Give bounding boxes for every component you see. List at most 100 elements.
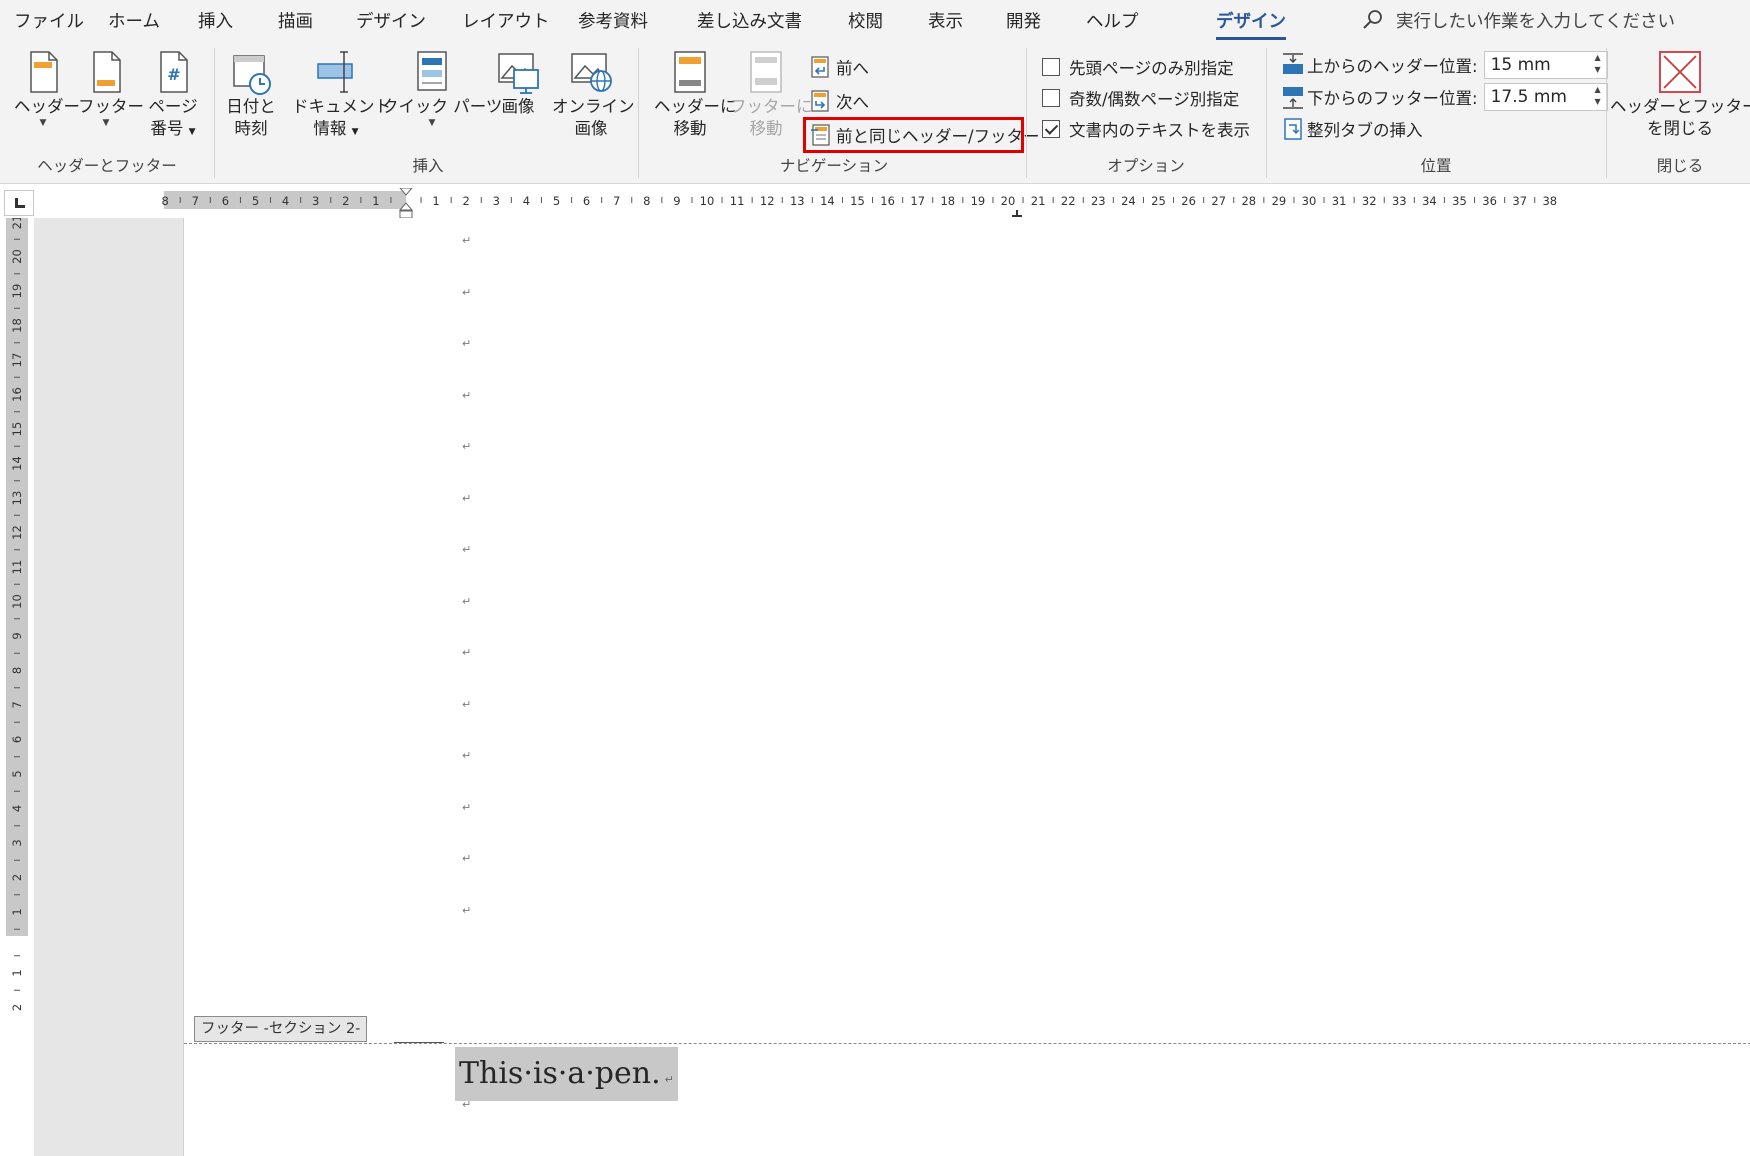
ruler-number: 2 [463,194,470,208]
footer-position-row: 下からのフッター位置: 17.5 mm ▲ ▼ [1282,82,1608,112]
tab-mailings[interactable]: 差し込み文書 [697,8,802,33]
chevron-down-icon: ▼ [428,118,436,128]
footer-button-label: フッター [78,97,144,116]
different-odd-even-option[interactable]: 奇数/偶数ページ別指定 [1042,84,1239,112]
paragraph-mark: ↵ [462,388,472,402]
ruler-number: 12 [10,525,24,540]
show-document-text-checkbox[interactable] [1042,120,1060,138]
date-time-button[interactable]: 日付と 時刻 [226,48,276,140]
show-document-text-option[interactable]: 文書内のテキストを表示 [1042,115,1250,143]
tab-header-footer-design[interactable]: デザイン [1216,8,1286,40]
ruler-number: 8 [643,194,650,208]
go-to-footer-label-2: 移動 [749,119,783,138]
ruler-number: 4 [10,805,24,812]
horizontal-ruler[interactable]: 8 7 6 5 4 3 2 1 1 2 3 4 5 6 7 8 9 10 11 12 13 14 15 16 17 18 19 20 2… [34,188,1750,218]
different-first-page-checkbox[interactable] [1042,58,1060,76]
calendar-clock-icon [233,55,271,95]
highlight-annotation [803,117,1024,153]
tab-design[interactable]: デザイン [356,8,426,33]
group-label-position: 位置 [1420,157,1452,175]
different-odd-even-checkbox[interactable] [1042,89,1060,107]
vertical-ruler[interactable]: 21 20 19 18 17 16 15 14 13 12 11 10 9 8 7 6 5 4 3 2 1 1 2 [0,218,34,1156]
group-label-options: オプション [1107,157,1185,175]
ruler-number: 2 [342,194,349,208]
ruler-number: 7 [10,701,24,708]
tab-insert[interactable]: 挿入 [198,8,233,33]
online-picture-icon [571,53,612,92]
footer-boundary-marker [394,1042,444,1043]
ruler-number: 7 [613,194,620,208]
ruler-number: 1 [10,908,24,915]
header-position-spinner[interactable]: 15 mm ▲ ▼ [1483,51,1608,79]
document-info-button[interactable]: ドキュメント 情報 ▼ [292,48,391,143]
go-to-header-icon [674,51,706,93]
ruler-number: 2 [10,874,24,881]
document-info-icon [317,51,353,93]
spinner-arrows-icon[interactable]: ▲ ▼ [1591,84,1605,110]
ruler-number: 23 [1091,194,1106,208]
ruler-number: 30 [1302,194,1317,208]
ruler-number: 19 [10,284,24,299]
header-button[interactable]: ヘッダー ▼ [14,48,80,128]
tab-home[interactable]: ホーム [108,8,160,33]
ruler-number: 32 [1362,194,1377,208]
ruler-number: 11 [10,560,24,575]
menu-bar: ファイル ホーム 挿入 描画 デザイン レイアウト 参考資料 差し込み文書 校閲… [0,0,1750,40]
chevron-down-icon: ▼ [102,118,110,128]
spinner-arrows-icon[interactable]: ▲ ▼ [1591,52,1605,78]
ruler-number: 4 [523,194,530,208]
ruler-number: 24 [1121,194,1136,208]
ruler-number: 33 [1392,194,1407,208]
tab-developer[interactable]: 開発 [1006,8,1041,33]
document-page[interactable]: ↵ ↵ ↵ ↵ ↵ ↵ ↵ ↵ ↵ ↵ ↵ ↵ ↵ ↵ フッター -セクション 2- This·is·a·… [183,218,1750,1156]
paragraph-mark: ↵ [462,697,472,711]
header-position-value: 15 mm [1490,55,1551,75]
footer-position-value: 17.5 mm [1490,87,1567,107]
ruler-number: 28 [1241,194,1256,208]
tell-me-box[interactable]: 実行したい作業を入力してください [1362,9,1675,32]
picture-button[interactable]: 画像 [490,48,546,118]
ruler-number: 11 [730,194,745,208]
paragraph-mark: ↵ [462,543,472,556]
tab-draw[interactable]: 描画 [278,8,313,33]
footer-text[interactable]: This·is·a·pen. ↵ [455,1047,678,1101]
paragraph-mark: ↵ [462,800,472,814]
tab-view[interactable]: 表示 [928,8,963,33]
insert-alignment-tab-button[interactable]: 整列タブの挿入 [1282,114,1423,144]
tab-review[interactable]: 校閲 [848,8,883,33]
tab-help[interactable]: ヘルプ [1086,8,1139,33]
ruler-number: 9 [10,632,24,639]
group-close: ヘッダーとフッター を閉じる 閉じる [1610,46,1750,180]
next-button[interactable]: 次へ [810,86,869,116]
previous-button[interactable]: 前へ [810,52,869,82]
footer-icon [93,51,121,93]
go-to-header-label-1: ヘッダーに [654,97,737,116]
tab-selector[interactable] [4,190,34,216]
ruler-number: 1 [432,194,439,208]
online-picture-button[interactable]: オンライン 画像 [552,48,635,140]
tab-file[interactable]: ファイル [14,8,84,33]
different-first-page-option[interactable]: 先頭ページのみ別指定 [1042,53,1234,81]
date-time-label-1: 日付と [226,97,276,116]
group-separator [214,48,215,178]
ruler-number: 15 [10,422,24,437]
go-to-header-button[interactable]: ヘッダーに 移動 [654,48,737,140]
page-number-icon: # [160,51,188,93]
ruler-number: 6 [10,736,24,743]
tab-references[interactable]: 参考資料 [578,8,648,33]
footer-position-spinner[interactable]: 17.5 mm ▲ ▼ [1483,83,1608,111]
paragraph-mark: ↵ [462,491,472,505]
header-icon [30,51,58,93]
tab-layout[interactable]: レイアウト [462,8,550,33]
footer-button[interactable]: フッター ▼ [78,48,144,128]
close-header-footer-button[interactable]: ヘッダーとフッター を閉じる [1610,48,1750,140]
ruler-number: 14 [10,456,24,471]
ruler-number: 17 [910,194,925,208]
svg-text:#: # [167,65,180,84]
footer-section-tag: フッター -セクション 2- [194,1016,368,1042]
page-number-button[interactable]: # ページ 番号 ▼ [142,48,204,143]
go-to-footer-button[interactable]: フッターに 移動 [730,48,813,140]
quick-parts-button[interactable]: クイック パーツ ▼ [382,48,502,128]
go-to-footer-label-1: フッターに [730,97,813,116]
footer-position-label: 下からのフッター位置: [1307,89,1478,108]
